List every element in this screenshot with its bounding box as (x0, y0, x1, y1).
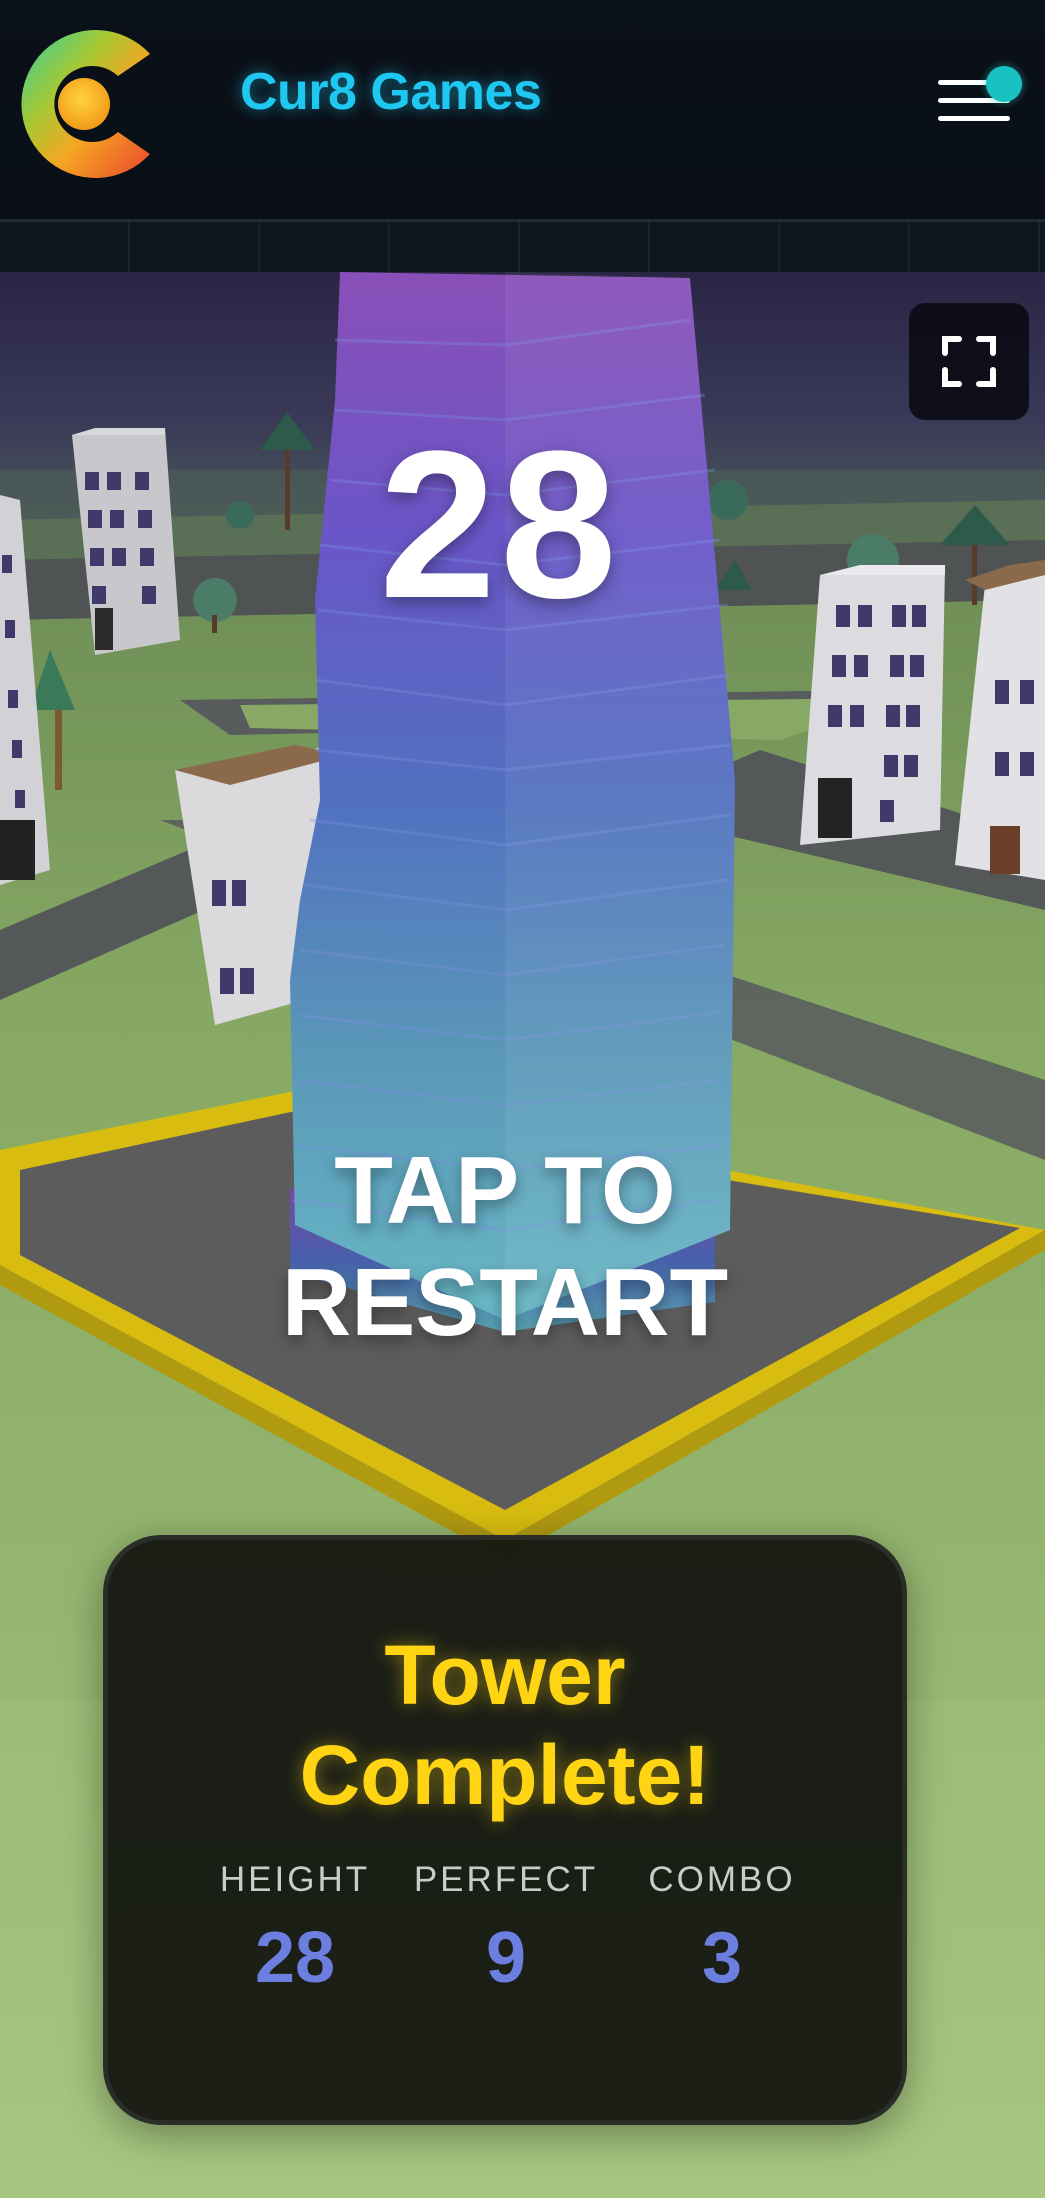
menu-line (938, 116, 1010, 121)
menu-button[interactable] (930, 60, 1030, 130)
game-page: Cur8 Games 28 TAP TO RESTART Tower Compl… (0, 0, 1045, 2198)
top-nav-bar: Cur8 Games (0, 0, 1045, 222)
stat-combo: COMBO 3 (612, 1860, 832, 1994)
header-subbar (0, 222, 1045, 272)
game-canvas[interactable]: 28 TAP TO RESTART Tower Complete! HEIGHT… (0, 272, 1045, 2198)
brand-title[interactable]: Cur8 Games (240, 62, 542, 122)
stat-value: 28 (254, 1918, 336, 1998)
fullscreen-button[interactable] (909, 303, 1029, 420)
stat-value: 9 (485, 1918, 527, 1998)
stat-label: HEIGHT (219, 1860, 371, 1899)
stat-label: PERFECT (413, 1860, 599, 1899)
stat-value: 3 (701, 1918, 743, 1998)
stat-perfect: PERFECT 9 (396, 1860, 616, 1994)
tap-to-restart-button[interactable]: TAP TO RESTART (200, 1135, 810, 1359)
panel-title: Tower Complete! (299, 1628, 711, 1822)
notification-dot (986, 66, 1022, 102)
fullscreen-icon (942, 336, 996, 387)
stat-label: COMBO (648, 1860, 796, 1899)
score-display: 28 (379, 407, 621, 642)
cur8-logo-icon[interactable] (0, 14, 166, 188)
restart-label: TAP TO RESTART (281, 1137, 729, 1356)
stat-height: HEIGHT 28 (185, 1860, 405, 1994)
result-panel: Tower Complete! HEIGHT 28 PERFECT 9 COMB… (103, 1535, 907, 2125)
